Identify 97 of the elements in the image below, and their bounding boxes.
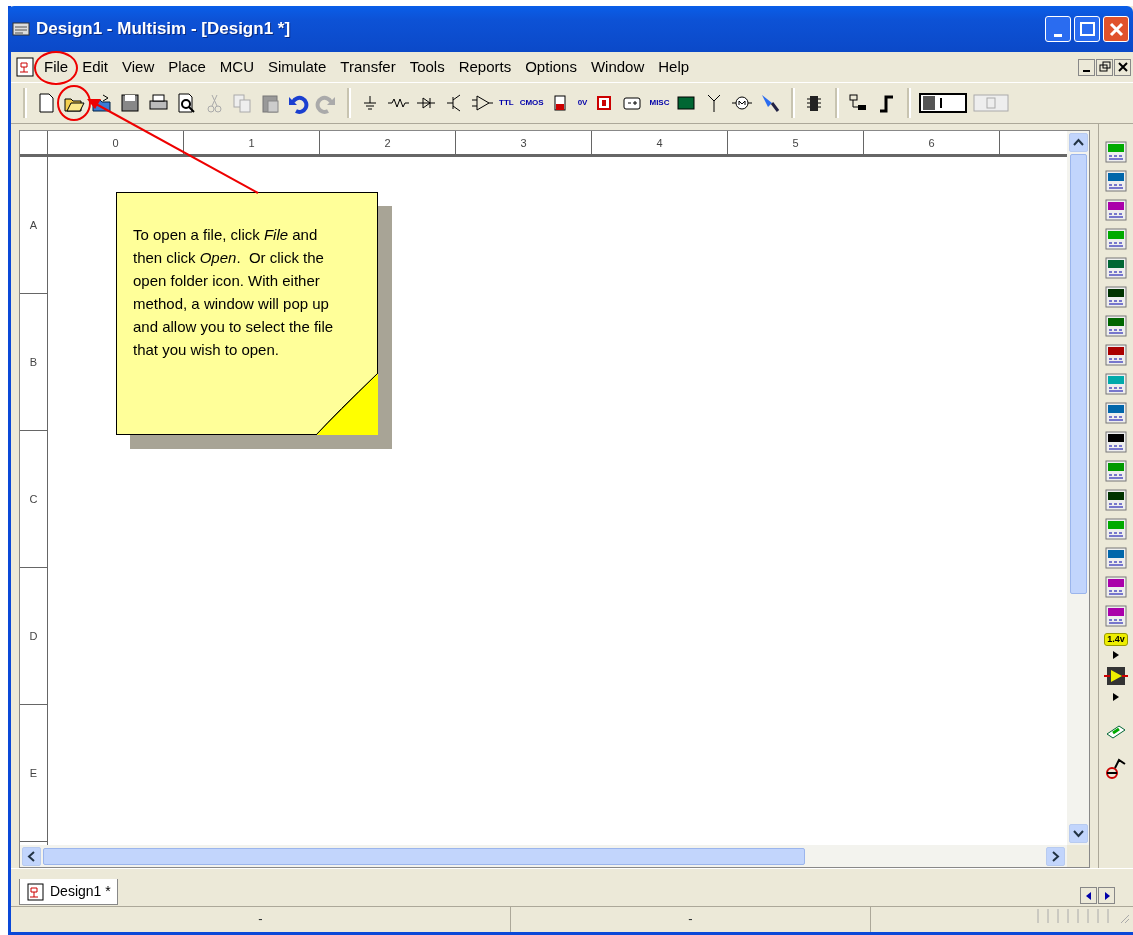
menu-item[interactable]: Transfer	[333, 55, 403, 79]
instrument-icon	[1104, 314, 1128, 338]
status-field: -	[11, 907, 511, 932]
ruler-label: 6	[864, 131, 1000, 154]
chevron-down-icon	[1072, 828, 1084, 839]
menu-item[interactable]: MCU	[212, 55, 261, 79]
instrument-button[interactable]	[1104, 314, 1128, 338]
voltmeter-button[interactable]: 0V	[575, 90, 590, 116]
tab-left-button[interactable]	[1080, 887, 1097, 904]
document-icon	[26, 881, 46, 902]
simulate-switch[interactable]	[917, 90, 970, 116]
menu-item[interactable]: File	[37, 55, 76, 79]
ruler-label: 3	[456, 131, 592, 154]
ruler-label: 5	[728, 131, 864, 154]
instrument-icon	[1104, 343, 1128, 367]
ruler-label: 4	[592, 131, 728, 154]
save-icon	[119, 92, 141, 114]
ruler-label: 1	[184, 131, 320, 154]
instrument-icon	[1104, 517, 1128, 541]
probe-icon	[759, 92, 782, 114]
switch-icon	[919, 92, 968, 114]
close-icon	[1115, 60, 1130, 74]
scroll-thumb[interactable]	[1069, 154, 1087, 594]
probe-icon	[1104, 756, 1128, 780]
instrument-icon	[1104, 256, 1128, 280]
ruler-label: A	[20, 157, 47, 294]
labview-button[interactable]	[1104, 664, 1128, 688]
ruler-label: B	[20, 294, 47, 431]
clipboard-icon	[259, 92, 281, 114]
ruler-label: C	[20, 431, 47, 568]
ruler-label: D	[20, 568, 47, 705]
instrument-icon	[1104, 575, 1128, 599]
menu-item[interactable]: Simulate	[261, 55, 334, 79]
switch-icon	[973, 93, 1010, 113]
window-title: Design1 - Multisim - [Design1 *]	[36, 18, 292, 40]
document-icon[interactable]	[15, 56, 37, 78]
minimize-icon	[1083, 70, 1090, 72]
ttl-button[interactable]: TTL	[497, 90, 516, 116]
scroll-thumb[interactable]	[43, 847, 805, 865]
menu-item[interactable]: Window	[583, 55, 652, 79]
instrument-icon	[1104, 546, 1128, 570]
instrument-icon	[1104, 198, 1128, 222]
minimize-doc-button[interactable]	[1078, 58, 1095, 76]
scroll-left-button[interactable]	[22, 846, 41, 866]
chevron-left-icon	[26, 850, 37, 862]
status-field: -	[511, 907, 871, 932]
copy-icon	[231, 92, 253, 114]
close-doc-button[interactable]	[1114, 58, 1131, 76]
instrument-icon	[1104, 169, 1128, 193]
document-tab[interactable]: Design1 *	[19, 879, 118, 905]
menu-item[interactable]: Edit	[75, 55, 116, 79]
menu-item[interactable]: Options	[518, 55, 584, 79]
cmos-button[interactable]: CMOS	[517, 90, 546, 116]
menu-item[interactable]: View	[115, 55, 162, 79]
menu-item[interactable]: Tools	[402, 55, 452, 79]
instrument-button[interactable]	[1104, 343, 1128, 367]
minimize-icon	[1054, 33, 1062, 37]
scroll-up-button[interactable]	[1068, 133, 1088, 152]
amplifier-icon	[471, 92, 493, 114]
instrument-button[interactable]	[1104, 430, 1128, 454]
instrument-icon	[1104, 604, 1128, 628]
instrument-icon	[1104, 459, 1128, 483]
scroll-right-button[interactable]	[1046, 846, 1065, 866]
expand-arrow-icon[interactable]	[1112, 693, 1120, 701]
print-preview-icon	[175, 92, 197, 114]
ruler-label: 2	[320, 131, 456, 154]
instrument-button[interactable]	[1104, 256, 1128, 280]
instrument-icon	[1104, 430, 1128, 454]
scroll-down-button[interactable]	[1068, 824, 1088, 843]
wire-probe-button[interactable]	[1104, 756, 1128, 780]
close-button[interactable]	[1103, 16, 1129, 42]
misc-button[interactable]: MISC	[647, 90, 672, 116]
ruler-label: E	[20, 705, 47, 842]
chevron-right-icon	[1050, 850, 1061, 862]
instrument-icon	[1104, 664, 1128, 688]
tab-right-button[interactable]	[1098, 887, 1115, 904]
instrument-icon	[1104, 488, 1128, 512]
restore-doc-button[interactable]	[1096, 58, 1113, 76]
app-icon	[12, 21, 30, 37]
instrument-button[interactable]	[1104, 488, 1128, 512]
expand-arrow-icon[interactable]	[1112, 651, 1120, 659]
maximize-button[interactable]	[1074, 16, 1100, 42]
instrument-icon	[1104, 140, 1128, 164]
restore-icon	[1097, 60, 1112, 74]
instrument-icon	[1104, 227, 1128, 251]
instrument-icon	[1104, 401, 1128, 425]
minimize-button[interactable]	[1045, 16, 1071, 42]
menu-item[interactable]: Place	[161, 55, 213, 79]
instrument-icon	[1104, 285, 1128, 309]
chevron-up-icon	[1072, 137, 1084, 148]
menu-item[interactable]: Reports	[451, 55, 519, 79]
ruler-label: 0	[48, 131, 184, 154]
note-text: To open a file, click File and then click Open. Or click the open folder icon. With either method, a window will pop up and allow you to select the file that you wish to open.	[133, 225, 335, 360]
instrument-button[interactable]	[1104, 285, 1128, 309]
instrument-icon	[1104, 372, 1128, 396]
probe-button[interactable]: 1.4v	[1104, 633, 1128, 646]
menu-item[interactable]: Help	[651, 55, 697, 79]
